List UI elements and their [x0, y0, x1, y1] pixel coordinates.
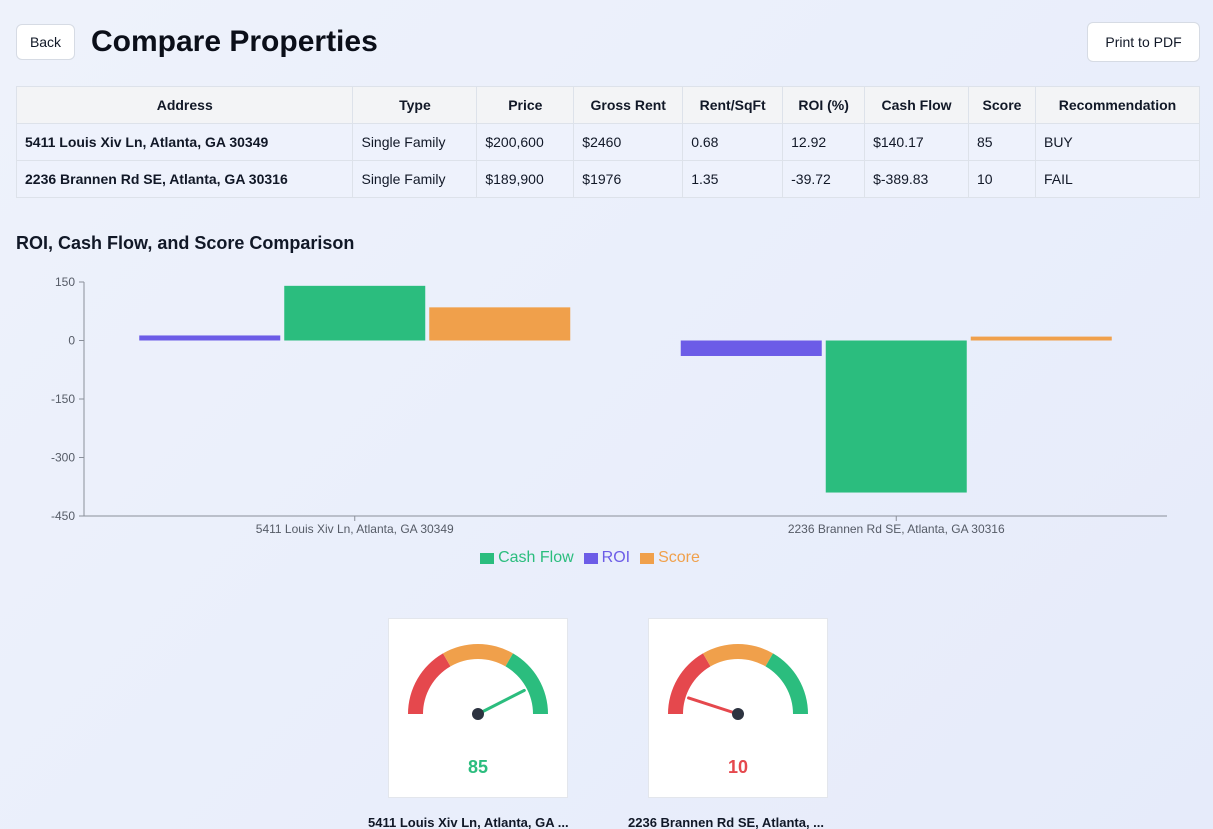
legend-item-cash-flow[interactable]: Cash Flow	[480, 549, 574, 567]
legend-label: Score	[658, 549, 700, 566]
gauge-zone	[765, 653, 808, 714]
table-cell: Single Family	[352, 123, 478, 161]
bar-cash-flow	[825, 340, 967, 493]
column-header: ROI (%)	[782, 86, 866, 124]
column-header: Type	[352, 86, 478, 124]
bar-score	[429, 307, 571, 341]
legend-item-score[interactable]: Score	[640, 549, 700, 567]
table-cell: $1976	[573, 160, 684, 198]
y-tick-label: -300	[51, 451, 75, 465]
page-header: Back Compare Properties Print to PDF	[16, 22, 1200, 62]
y-tick-label: 0	[68, 334, 75, 348]
gauge-needle	[687, 696, 740, 716]
page-title: Compare Properties	[91, 25, 378, 58]
column-header: Gross Rent	[573, 86, 684, 124]
legend-item-roi[interactable]: ROI	[583, 549, 631, 567]
table-cell: 1.35	[682, 160, 784, 198]
column-header: Address	[15, 86, 354, 124]
column-header: Rent/SqFt	[682, 86, 784, 124]
legend-swatch	[640, 552, 655, 564]
gauge-label: 5411 Louis Xiv Ln, Atlanta, GA ...	[368, 815, 569, 829]
table-row: 5411 Louis Xiv Ln, Atlanta, GA 30349 Sin…	[15, 123, 1201, 161]
table-cell: -39.72	[782, 160, 866, 198]
x-tick-label: 5411 Louis Xiv Ln, Atlanta, GA 30349	[256, 522, 454, 536]
gauge-label: 2236 Brannen Rd SE, Atlanta, ...	[628, 815, 825, 829]
table-cell: $-389.83	[864, 160, 970, 198]
y-tick-label: -150	[51, 392, 75, 406]
gauge-value: 10	[727, 757, 749, 777]
gauge-zone	[703, 644, 773, 667]
legend-swatch	[583, 552, 598, 564]
column-header: Cash Flow	[864, 86, 970, 124]
score-gauge	[668, 644, 808, 720]
chart-section-title: ROI, Cash Flow, and Score Comparison	[16, 233, 355, 253]
print-to-pdf-button[interactable]: Print to PDF	[1087, 22, 1200, 62]
table-cell: $200,600	[476, 123, 575, 161]
table-cell: 0.68	[682, 123, 784, 161]
gauge-zone	[505, 653, 548, 714]
comparison-table: Address Type Price Gross Rent Rent/SqFt …	[15, 86, 1201, 198]
bar-score	[970, 336, 1112, 341]
score-gauge-card: 85	[388, 618, 568, 798]
gauge-value: 85	[467, 757, 489, 777]
column-header: Price	[476, 86, 575, 124]
chart-legend: Cash Flow ROI Score	[0, 549, 1180, 567]
table-header-row: Address Type Price Gross Rent Rent/SqFt …	[15, 86, 1201, 124]
bar-roi	[139, 335, 281, 341]
gauge-zone	[668, 653, 711, 714]
gauge-zone	[408, 653, 451, 714]
y-tick-label: 150	[55, 275, 75, 289]
table-cell: FAIL	[1034, 160, 1201, 198]
table-row: 2236 Brannen Rd SE, Atlanta, GA 30316 Si…	[15, 160, 1201, 198]
gauge-zone	[443, 644, 513, 667]
back-button[interactable]: Back	[16, 24, 75, 60]
score-gauge	[408, 644, 548, 720]
table-cell: $140.17	[864, 123, 970, 161]
x-tick-label: 2236 Brannen Rd SE, Atlanta, GA 30316	[788, 522, 1005, 536]
gauge-hub	[732, 708, 744, 720]
table-cell: Single Family	[352, 160, 478, 198]
table-cell: BUY	[1034, 123, 1201, 161]
gauge-needle	[476, 688, 526, 716]
table-cell-address: 2236 Brannen Rd SE, Atlanta, GA 30316	[15, 160, 354, 198]
table-cell: 85	[968, 123, 1036, 161]
bar-cash-flow	[284, 285, 426, 341]
table-cell: $189,900	[476, 160, 575, 198]
table-cell: 12.92	[782, 123, 866, 161]
table-cell: 10	[968, 160, 1036, 198]
gauge-hub	[472, 708, 484, 720]
table-cell: $2460	[573, 123, 684, 161]
bar-roi	[680, 340, 822, 356]
column-header: Score	[968, 86, 1036, 124]
y-tick-label: -450	[51, 509, 75, 523]
column-header: Recommendation	[1034, 86, 1201, 124]
table-cell-address: 5411 Louis Xiv Ln, Atlanta, GA 30349	[15, 123, 354, 161]
legend-label: Cash Flow	[498, 549, 574, 566]
legend-swatch	[480, 552, 495, 564]
legend-label: ROI	[601, 549, 631, 566]
score-gauge-card: 10	[648, 618, 828, 798]
comparison-bar-chart: 150 0 -150 -300 -450 5411 Louis Xiv Ln, Atlan…	[51, 275, 1167, 536]
